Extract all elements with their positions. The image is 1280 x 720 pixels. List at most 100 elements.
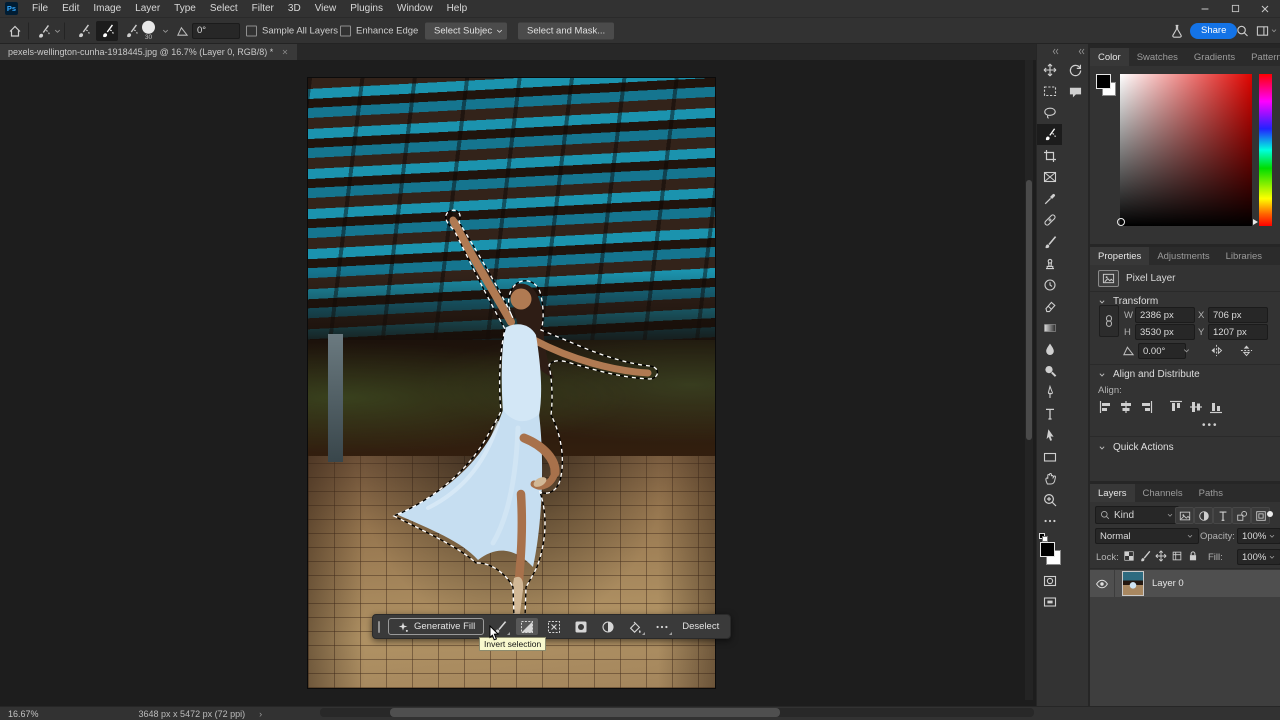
menu-view[interactable]: View xyxy=(308,3,344,14)
document-tab[interactable]: pexels-wellington-cunha-1918445.jpg @ 16… xyxy=(0,44,297,60)
workspace-switcher[interactable] xyxy=(1256,24,1278,37)
dodge-tool[interactable] xyxy=(1037,360,1062,382)
gradient-tool[interactable] xyxy=(1037,317,1062,339)
filter-adjustment-layers-icon[interactable] xyxy=(1194,507,1213,524)
menu-image[interactable]: Image xyxy=(86,3,128,14)
zoom-tool[interactable] xyxy=(1037,489,1062,511)
foreground-color-well[interactable] xyxy=(1096,74,1111,89)
pen-tool[interactable] xyxy=(1037,382,1062,404)
tool-preset-button[interactable] xyxy=(36,23,62,38)
zoom-level-field[interactable]: 16.67% xyxy=(8,709,39,719)
height-field[interactable]: 3530 px xyxy=(1135,324,1195,340)
lock-position-icon[interactable] xyxy=(1155,550,1167,562)
select-and-mask-button[interactable]: Select and Mask... xyxy=(518,22,614,39)
lock-all-icon[interactable] xyxy=(1187,550,1199,562)
home-icon[interactable] xyxy=(8,24,22,38)
align-top-icon[interactable] xyxy=(1168,399,1183,414)
new-selection-button[interactable] xyxy=(72,21,94,41)
collapse-dock-icon[interactable] xyxy=(1062,44,1088,59)
align-left-icon[interactable] xyxy=(1098,399,1113,414)
clone-stamp-tool[interactable] xyxy=(1037,253,1062,275)
align-bottom-icon[interactable] xyxy=(1208,399,1223,414)
quick-mask-button[interactable] xyxy=(1037,570,1062,592)
search-icon[interactable] xyxy=(1236,24,1249,37)
vertical-scrollbar[interactable] xyxy=(1025,60,1033,700)
align-center-horizontal-icon[interactable] xyxy=(1118,399,1133,414)
generative-fill-button[interactable]: Generative Fill xyxy=(388,618,484,635)
filter-type-layers-icon[interactable] xyxy=(1213,507,1232,524)
layer-filter-field[interactable]: Kind xyxy=(1095,506,1179,524)
flip-vertical-icon[interactable] xyxy=(1240,344,1253,357)
menu-3d[interactable]: 3D xyxy=(281,3,308,14)
quick-selection-tool[interactable] xyxy=(1037,124,1062,146)
transform-selection-button[interactable] xyxy=(543,618,565,635)
saturation-brightness-field[interactable] xyxy=(1120,74,1252,226)
menu-window[interactable]: Window xyxy=(390,3,440,14)
hue-slider[interactable] xyxy=(1259,74,1272,226)
history-brush-tool[interactable] xyxy=(1037,274,1062,296)
width-field[interactable]: 2386 px xyxy=(1135,307,1195,323)
create-adjustment-button[interactable] xyxy=(597,618,619,635)
move-tool[interactable] xyxy=(1037,59,1062,81)
layer-filter-toggle[interactable] xyxy=(1267,511,1273,517)
enhance-edge-checkbox[interactable]: Enhance Edge xyxy=(340,25,418,36)
edit-toolbar-button[interactable] xyxy=(1037,511,1062,533)
marquee-tool[interactable] xyxy=(1037,81,1062,103)
deselect-button[interactable]: Deselect xyxy=(678,621,723,632)
brush-size-picker[interactable]: 30 xyxy=(142,20,155,41)
lock-artboard-icon[interactable] xyxy=(1171,550,1183,562)
eraser-tool[interactable] xyxy=(1037,296,1062,318)
layer-row[interactable]: Layer 0 xyxy=(1090,570,1280,597)
close-icon[interactable] xyxy=(1250,0,1280,17)
status-chevron-icon[interactable]: › xyxy=(259,709,262,719)
tab-paths[interactable]: Paths xyxy=(1191,484,1231,502)
align-center-vertical-icon[interactable] xyxy=(1188,399,1203,414)
photo-document[interactable] xyxy=(308,78,715,688)
tab-layers[interactable]: Layers xyxy=(1090,484,1135,502)
tab-color[interactable]: Color xyxy=(1090,48,1129,66)
add-to-selection-button[interactable] xyxy=(96,21,118,41)
tab-adjustments[interactable]: Adjustments xyxy=(1149,247,1217,265)
comments-panel-icon[interactable] xyxy=(1062,81,1088,103)
frame-tool[interactable] xyxy=(1037,167,1062,189)
vertical-scrollbar-thumb[interactable] xyxy=(1026,180,1032,440)
hue-slider-marker[interactable] xyxy=(1253,219,1258,225)
y-field[interactable]: 1207 px xyxy=(1208,324,1268,340)
tab-libraries[interactable]: Libraries xyxy=(1218,247,1270,265)
layer-name[interactable]: Layer 0 xyxy=(1152,578,1184,589)
menu-filter[interactable]: Filter xyxy=(245,3,281,14)
more-options-button[interactable] xyxy=(651,618,673,635)
taskbar-drag-handle[interactable] xyxy=(378,621,380,633)
align-section-header[interactable]: Align and Distribute xyxy=(1097,369,1200,380)
menu-edit[interactable]: Edit xyxy=(55,3,86,14)
beta-flask-icon[interactable] xyxy=(1170,24,1184,38)
shape-tool[interactable] xyxy=(1037,446,1062,468)
tab-close-icon[interactable] xyxy=(281,48,289,56)
tab-channels[interactable]: Channels xyxy=(1135,484,1191,502)
tab-swatches[interactable]: Swatches xyxy=(1129,48,1186,66)
lasso-tool[interactable] xyxy=(1037,102,1062,124)
horizontal-scrollbar[interactable] xyxy=(320,708,1034,717)
quick-actions-section-header[interactable]: Quick Actions xyxy=(1097,442,1174,453)
filter-image-layers-icon[interactable] xyxy=(1175,507,1194,524)
foreground-background-swatches[interactable] xyxy=(1037,536,1062,570)
fill-selection-button[interactable] xyxy=(624,618,646,635)
path-selection-tool[interactable] xyxy=(1037,425,1062,447)
brush-tool[interactable] xyxy=(1037,231,1062,253)
select-subject-caret[interactable] xyxy=(492,22,507,39)
subtract-from-selection-button[interactable] xyxy=(120,21,142,41)
screen-mode-button[interactable] xyxy=(1037,592,1062,614)
hand-tool[interactable] xyxy=(1037,468,1062,490)
layer-thumbnail[interactable] xyxy=(1122,571,1144,596)
horizontal-scrollbar-thumb[interactable] xyxy=(390,708,780,717)
rotation-caret-icon[interactable] xyxy=(1182,346,1191,355)
share-button[interactable]: Share xyxy=(1190,23,1237,39)
sample-all-layers-checkbox[interactable]: Sample All Layers xyxy=(246,25,338,36)
tab-properties[interactable]: Properties xyxy=(1090,247,1149,265)
lock-transparent-pixels-icon[interactable] xyxy=(1123,550,1135,562)
align-more-options[interactable]: ••• xyxy=(1202,420,1219,431)
foreground-color-swatch[interactable] xyxy=(1040,542,1055,557)
menu-plugins[interactable]: Plugins xyxy=(343,3,390,14)
blend-mode-select[interactable]: Normal xyxy=(1095,528,1199,544)
color-picker-marker[interactable] xyxy=(1117,218,1125,226)
